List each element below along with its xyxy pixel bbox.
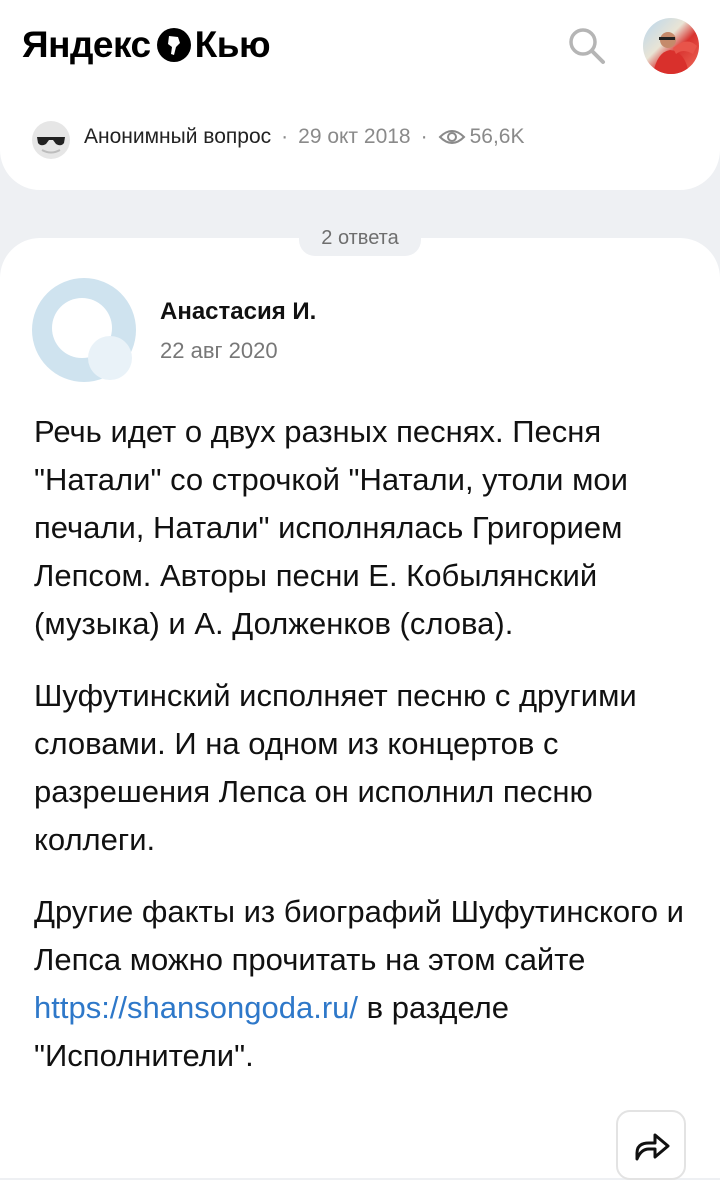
user-avatar[interactable] — [643, 18, 699, 74]
question-views: 56,6K — [438, 125, 525, 149]
answer-paragraph-text: Другие факты из биографий Шуфутинского и… — [34, 894, 684, 977]
separator-dot: · — [420, 125, 428, 148]
answer-paragraph: Другие факты из биографий Шуфутинского и… — [34, 888, 694, 1080]
question-meta: Анонимный вопрос · 29 окт 2018 · 56,6K — [84, 125, 525, 149]
logo-text-yandex: Яндекс — [22, 24, 151, 65]
answer-date: 22 авг 2020 — [160, 338, 278, 363]
share-button[interactable] — [616, 1110, 686, 1180]
question-author: Анонимный вопрос — [84, 125, 272, 148]
eye-icon — [438, 130, 466, 144]
anonymous-avatar-icon — [31, 120, 71, 160]
source-link[interactable]: https://shansongoda.ru/ — [34, 990, 358, 1025]
share-icon — [635, 1133, 670, 1161]
answer-paragraph: Шуфутинский исполняет песню с другими сл… — [34, 672, 694, 864]
answers-count-badge: 2 ответа — [299, 222, 421, 256]
answer-author-name[interactable]: Анастасия И. — [160, 298, 316, 326]
separator-dot: · — [281, 125, 289, 148]
top-bar: Яндекс Кью — [0, 0, 720, 95]
answer-author-avatar[interactable] — [32, 278, 136, 382]
yandex-q-logo[interactable]: Яндекс Кью — [22, 24, 271, 66]
answer-paragraph: Речь идет о двух разных песнях. Песня "Н… — [34, 414, 628, 641]
search-icon — [569, 28, 605, 64]
logo-text-q: Кью — [194, 24, 271, 65]
answer-body: Речь идет о двух разных песнях. Песня "Н… — [34, 408, 694, 1104]
search-button[interactable] — [565, 24, 607, 66]
question-date: 29 окт 2018 — [298, 125, 411, 148]
views-count: 56,6K — [469, 125, 525, 148]
answer-paragraph-text: Шуфутинский исполняет песню с другими сл… — [34, 678, 637, 857]
yandex-q-logo-icon — [156, 28, 191, 62]
